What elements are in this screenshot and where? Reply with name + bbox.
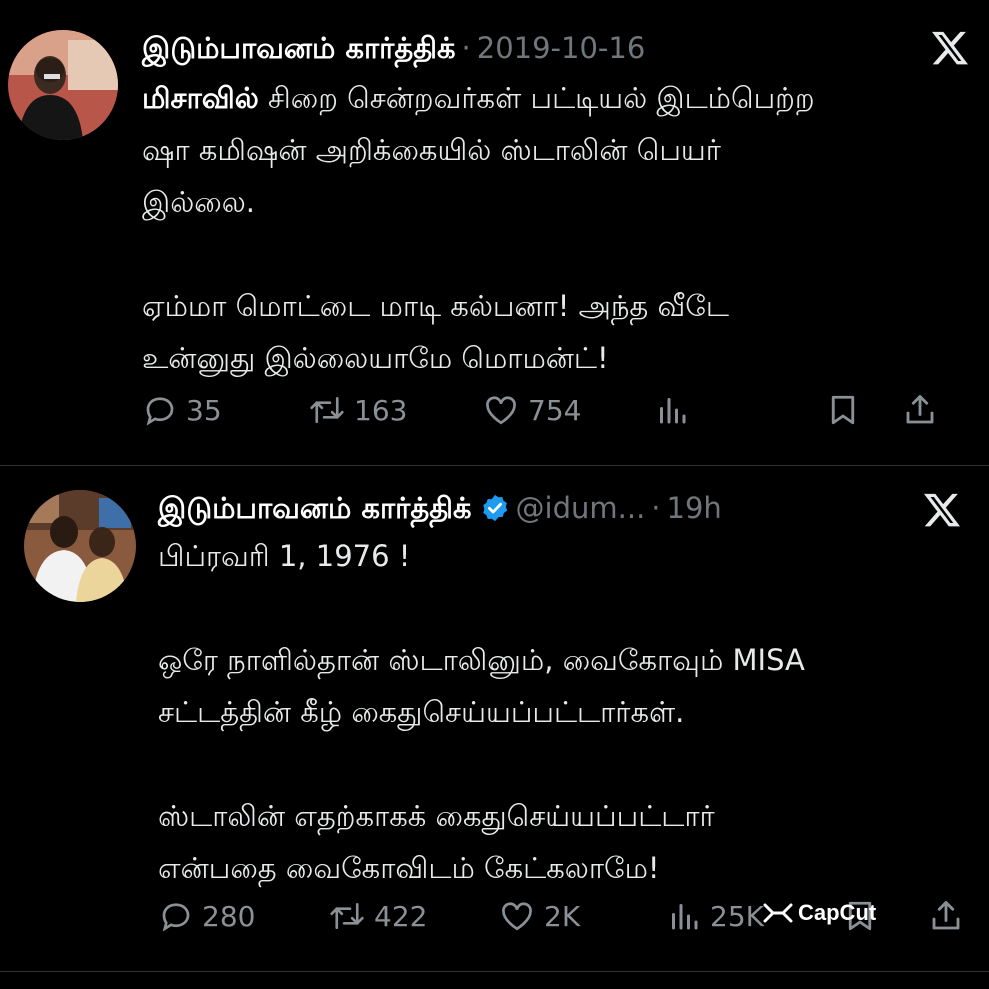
like-button[interactable]: 754	[482, 388, 581, 432]
tweet-1: இடும்பாவனம் கார்த்திக் · 2019-10-16 மிசா…	[0, 0, 989, 465]
tweet-date[interactable]: 19h	[667, 490, 722, 526]
repost-count: 422	[374, 899, 428, 933]
views-button[interactable]	[654, 388, 690, 432]
reply-button[interactable]: 280	[158, 894, 255, 938]
like-button[interactable]: 2K	[498, 894, 580, 938]
verified-badge-icon	[480, 493, 510, 523]
like-count: 754	[528, 393, 582, 427]
separator: ·	[651, 491, 661, 525]
reply-icon	[142, 392, 178, 428]
avatar[interactable]	[24, 490, 136, 602]
author-handle[interactable]: @idum...	[516, 490, 646, 526]
like-icon	[482, 392, 520, 428]
repost-icon	[328, 898, 366, 934]
like-count: 2K	[544, 899, 581, 933]
capcut-watermark: CapCut	[762, 900, 876, 926]
share-icon	[928, 898, 964, 934]
repost-button[interactable]: 422	[328, 894, 427, 938]
tweet-text: பிப்ரவரி 1, 1976 ! ஒரே நாளில்தான் ஸ்டாலி…	[158, 539, 805, 885]
tweet-header: இடும்பாவனம் கார்த்திக் · 2019-10-16	[142, 30, 645, 66]
author-name[interactable]: இடும்பாவனம் கார்த்திக்	[158, 490, 472, 526]
capcut-logo-icon	[762, 902, 794, 924]
like-icon	[498, 898, 536, 934]
share-button[interactable]	[928, 894, 964, 938]
views-button[interactable]: 25K	[666, 894, 764, 938]
share-button[interactable]	[902, 388, 938, 432]
repost-count: 163	[354, 393, 408, 427]
capcut-text: CapCut	[798, 900, 877, 925]
tweet-2: இடும்பாவனம் கார்த்திக் @idum... · 19h பி…	[0, 466, 989, 971]
tweet-text: மிசாவில் சிறை சென்றவர்கள் பட்டியல் இடம்ப…	[142, 72, 962, 384]
repost-button[interactable]: 163	[308, 388, 407, 432]
author-name[interactable]: இடும்பாவனம் கார்த்திக்	[142, 30, 456, 66]
tweet-header: இடும்பாவனம் கார்த்திக் @idum... · 19h	[158, 490, 722, 526]
views-icon	[666, 898, 702, 934]
x-logo-icon	[930, 28, 970, 68]
views-count: 25K	[710, 899, 764, 933]
repost-icon	[308, 392, 346, 428]
tweet-text-body: சிறை சென்றவர்கள் பட்டியல் இடம்பெற்ற ஷா க…	[142, 81, 815, 375]
reply-count: 280	[202, 899, 256, 933]
action-bar: 35 163 754	[142, 388, 962, 432]
x-logo-icon	[922, 490, 962, 530]
divider	[0, 971, 989, 972]
tweet-date[interactable]: 2019-10-16	[477, 30, 646, 66]
avatar[interactable]	[8, 30, 118, 140]
bookmark-button[interactable]	[825, 388, 861, 432]
separator: ·	[461, 31, 471, 65]
share-icon	[902, 392, 938, 428]
reply-icon	[158, 898, 194, 934]
views-icon	[654, 392, 690, 428]
reply-button[interactable]: 35	[142, 388, 222, 432]
reply-count: 35	[186, 393, 222, 427]
tweet-text-bold: மிசாவில்	[142, 81, 259, 115]
bookmark-icon	[825, 392, 861, 428]
